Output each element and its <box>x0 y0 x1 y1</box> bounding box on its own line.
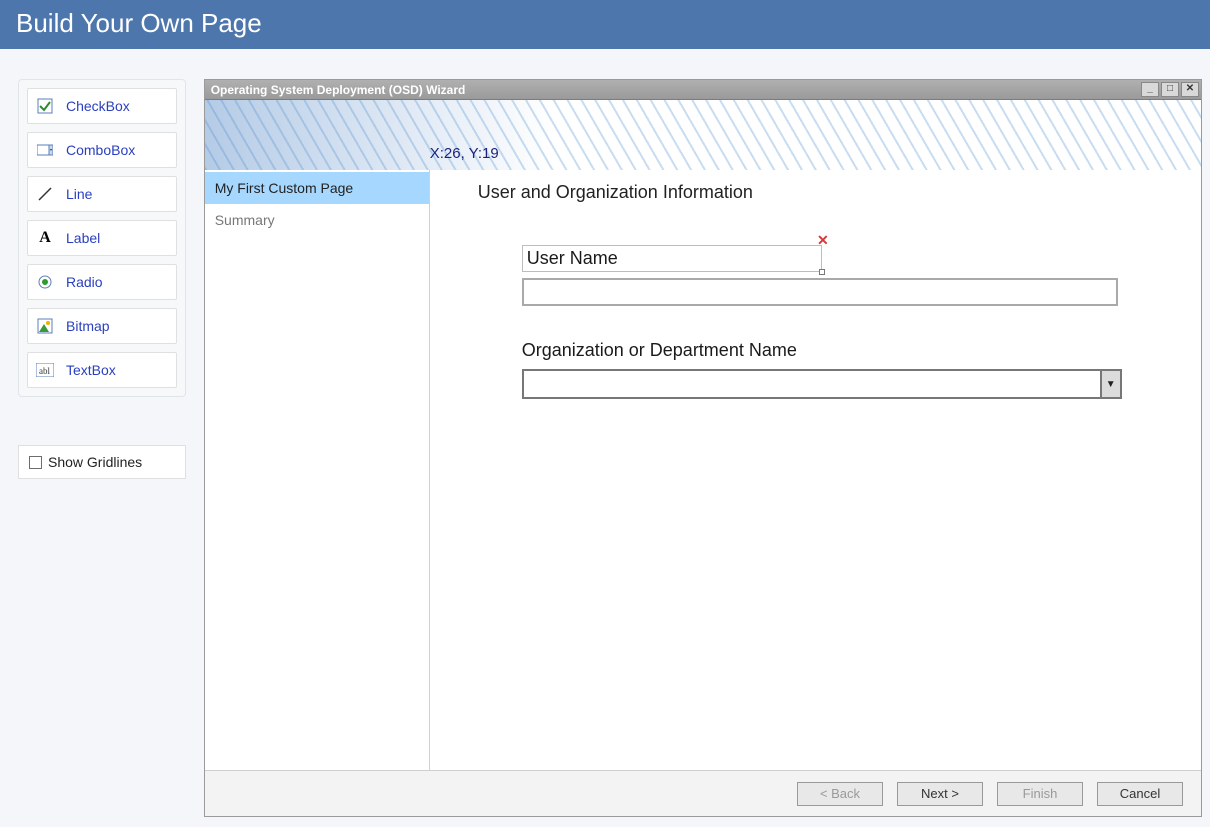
resize-handle[interactable] <box>819 269 825 275</box>
close-button[interactable]: ✕ <box>1181 82 1199 97</box>
palette-label: Line <box>66 186 92 202</box>
palette-item-label[interactable]: A Label <box>27 220 177 256</box>
page-title: Build Your Own Page <box>16 8 262 38</box>
wizard-nav: My First Custom Page Summary <box>205 170 430 770</box>
palette-label: TextBox <box>66 362 116 378</box>
design-canvas[interactable]: User and Organization Information User N… <box>430 170 1201 770</box>
textbox-icon: abl <box>36 361 54 379</box>
palette-label: Label <box>66 230 100 246</box>
page-header: Build Your Own Page <box>0 0 1210 49</box>
username-input[interactable] <box>522 278 1118 306</box>
field-label-text: User Name <box>527 248 618 268</box>
window-title: Operating System Deployment (OSD) Wizard <box>211 83 466 97</box>
label-icon: A <box>36 229 54 247</box>
radio-icon <box>36 273 54 291</box>
palette-item-checkbox[interactable]: CheckBox <box>27 88 177 124</box>
toolbox-palette: CheckBox ComboBox Line A Label <box>18 79 186 397</box>
palette-item-bitmap[interactable]: Bitmap <box>27 308 177 344</box>
checkbox-icon <box>29 456 42 469</box>
combobox-value <box>524 371 1100 397</box>
wizard-footer: < Back Next > Finish Cancel <box>205 770 1201 816</box>
nav-item-summary[interactable]: Summary <box>205 204 429 236</box>
wizard-window: Operating System Deployment (OSD) Wizard… <box>204 79 1202 817</box>
palette-label: Bitmap <box>66 318 110 334</box>
org-label[interactable]: Organization or Department Name <box>522 340 1161 361</box>
wizard-banner: X:26, Y:19 <box>205 100 1201 170</box>
palette-item-combobox[interactable]: ComboBox <box>27 132 177 168</box>
checkbox-label: Show Gridlines <box>48 454 142 470</box>
combobox-icon <box>36 141 54 159</box>
line-icon <box>36 185 54 203</box>
chevron-down-icon[interactable]: ▼ <box>1100 371 1120 397</box>
cursor-coordinates: X:26, Y:19 <box>430 145 499 162</box>
palette-label: ComboBox <box>66 142 135 158</box>
checkbox-icon <box>36 97 54 115</box>
show-gridlines-checkbox[interactable]: Show Gridlines <box>18 445 186 479</box>
svg-text:abl: abl <box>39 366 50 376</box>
org-combobox[interactable]: ▼ <box>522 369 1122 399</box>
palette-item-textbox[interactable]: abl TextBox <box>27 352 177 388</box>
username-label-designer[interactable]: User Name ✕ <box>522 245 822 272</box>
maximize-button[interactable]: □ <box>1161 82 1179 97</box>
nav-item-custom-page[interactable]: My First Custom Page <box>205 172 429 204</box>
palette-label: Radio <box>66 274 103 290</box>
palette-label: CheckBox <box>66 98 130 114</box>
bitmap-icon <box>36 317 54 335</box>
palette-item-line[interactable]: Line <box>27 176 177 212</box>
minimize-button[interactable]: _ <box>1141 82 1159 97</box>
delete-control-icon[interactable]: ✕ <box>817 232 829 249</box>
section-title: User and Organization Information <box>478 182 1161 203</box>
palette-item-radio[interactable]: Radio <box>27 264 177 300</box>
